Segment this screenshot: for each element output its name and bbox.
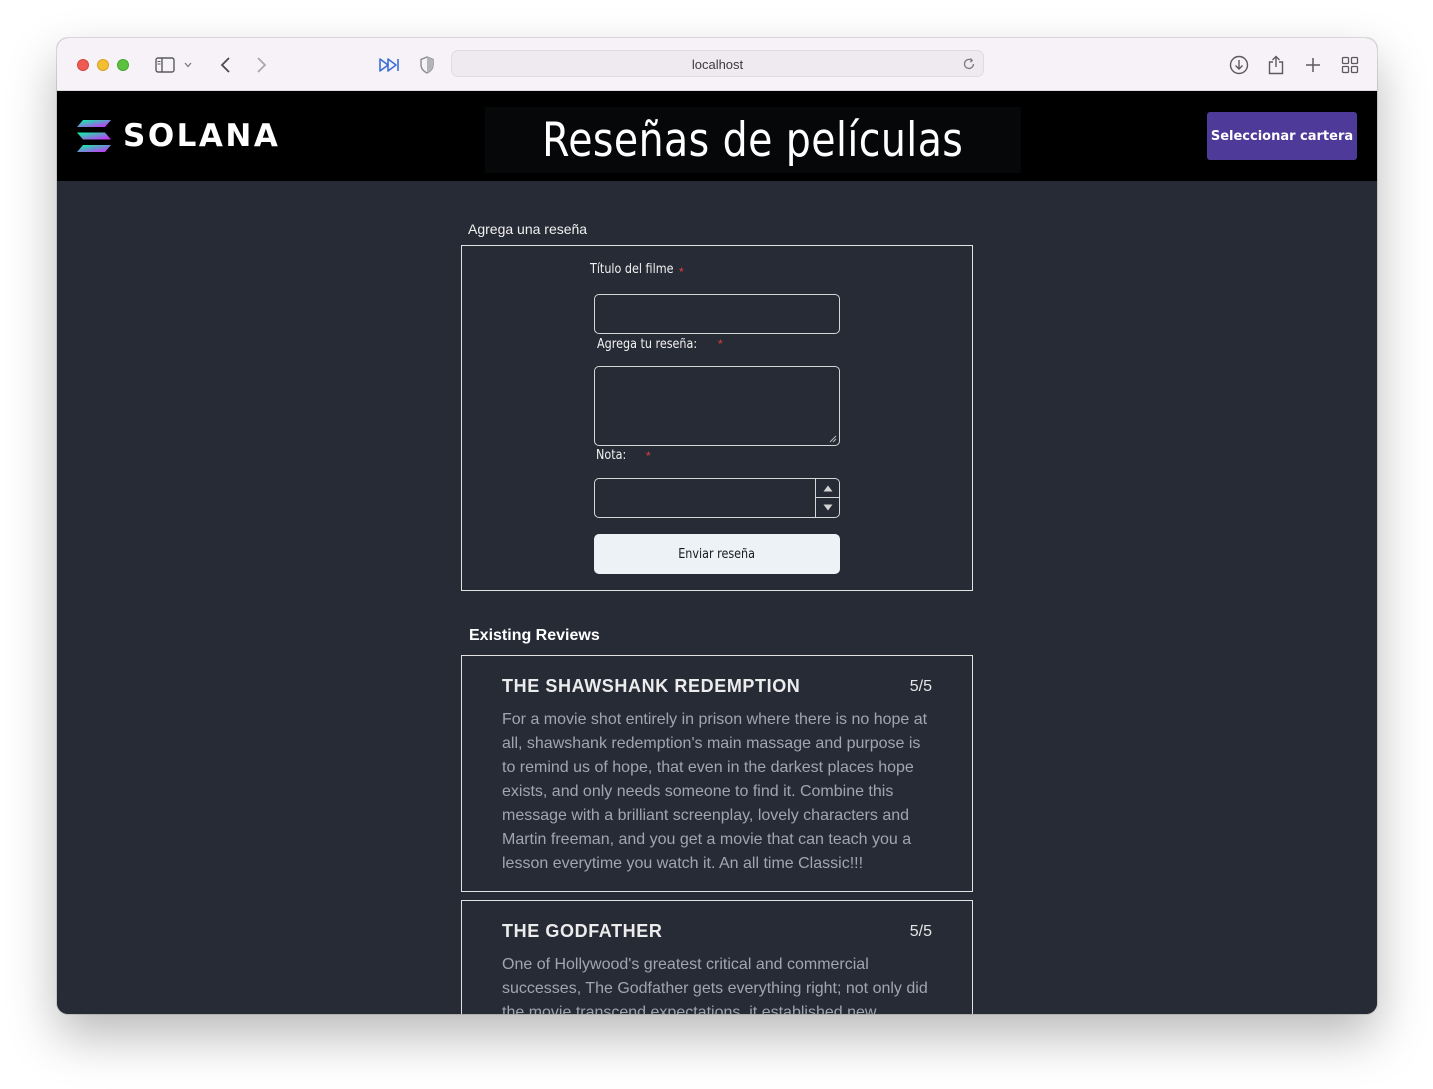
rating-stepper[interactable]	[815, 479, 839, 517]
form-heading: Agrega una reseña	[468, 221, 588, 237]
reviews-heading: Existing Reviews	[469, 627, 600, 644]
review-label: Agrega tu reseña:	[597, 337, 698, 352]
title-label: Título del filme	[590, 262, 674, 277]
address-bar[interactable]: localhost	[451, 50, 984, 77]
browser-window: localhost SOLANA Reseñas de películas Se…	[57, 38, 1377, 1014]
page-title-box: Reseñas de películas	[485, 107, 1021, 173]
chevron-down-icon[interactable]	[181, 53, 195, 77]
review-score: 5/5	[909, 923, 932, 940]
media-forward-icon[interactable]	[377, 53, 401, 77]
review-card: THE SHAWSHANK REDEMPTION 5/5 For a movie…	[461, 655, 973, 892]
review-text: One of Hollywood's greatest critical and…	[502, 956, 928, 1014]
sidebar-icon[interactable]	[153, 53, 177, 77]
review-title: THE GODFATHER	[502, 921, 663, 941]
page-content: SOLANA Reseñas de películas Seleccionar …	[57, 91, 1377, 1014]
download-icon[interactable]	[1227, 53, 1251, 77]
solana-logo[interactable]: SOLANA	[77, 120, 280, 152]
submit-review-button[interactable]: Enviar reseña	[594, 534, 840, 574]
browser-toolbar: localhost	[57, 38, 1377, 91]
privacy-shield-icon[interactable]	[415, 53, 439, 77]
select-wallet-button[interactable]: Seleccionar cartera	[1207, 112, 1357, 160]
submit-review-label: Enviar reseña	[678, 546, 756, 562]
navbar: SOLANA Reseñas de películas Seleccionar …	[57, 91, 1377, 181]
review-title: THE SHAWSHANK REDEMPTION	[502, 676, 801, 696]
rating-input[interactable]	[594, 478, 840, 518]
required-marker: *	[718, 337, 723, 351]
logo-wordmark: SOLANA	[123, 118, 281, 154]
increment-arrow-icon[interactable]	[816, 479, 839, 498]
movie-title-input[interactable]	[594, 294, 840, 334]
review-card: THE GODFATHER 5/5 One of Hollywood's gre…	[461, 900, 973, 1014]
required-marker: *	[646, 449, 651, 463]
forward-icon[interactable]	[249, 53, 273, 77]
review-text: For a movie shot entirely in prison wher…	[502, 711, 928, 872]
required-marker: *	[679, 265, 684, 279]
decrement-arrow-icon[interactable]	[816, 498, 839, 517]
review-textarea[interactable]	[594, 366, 840, 446]
solana-logo-icon	[77, 120, 111, 152]
back-icon[interactable]	[214, 53, 238, 77]
review-form: Título del filme * Agrega tu reseña: * N…	[461, 245, 973, 591]
close-window-button[interactable]	[77, 59, 89, 71]
share-icon[interactable]	[1264, 53, 1288, 77]
tab-overview-icon[interactable]	[1338, 53, 1362, 77]
reload-icon[interactable]	[962, 57, 976, 71]
zoom-window-button[interactable]	[117, 59, 129, 71]
minimize-window-button[interactable]	[97, 59, 109, 71]
rating-label: Nota:	[596, 448, 627, 463]
url-text: localhost	[691, 57, 744, 72]
review-score: 5/5	[909, 678, 932, 695]
new-tab-icon[interactable]	[1301, 53, 1325, 77]
resize-handle-icon[interactable]	[829, 435, 837, 443]
page-title: Reseñas de películas	[542, 112, 964, 168]
